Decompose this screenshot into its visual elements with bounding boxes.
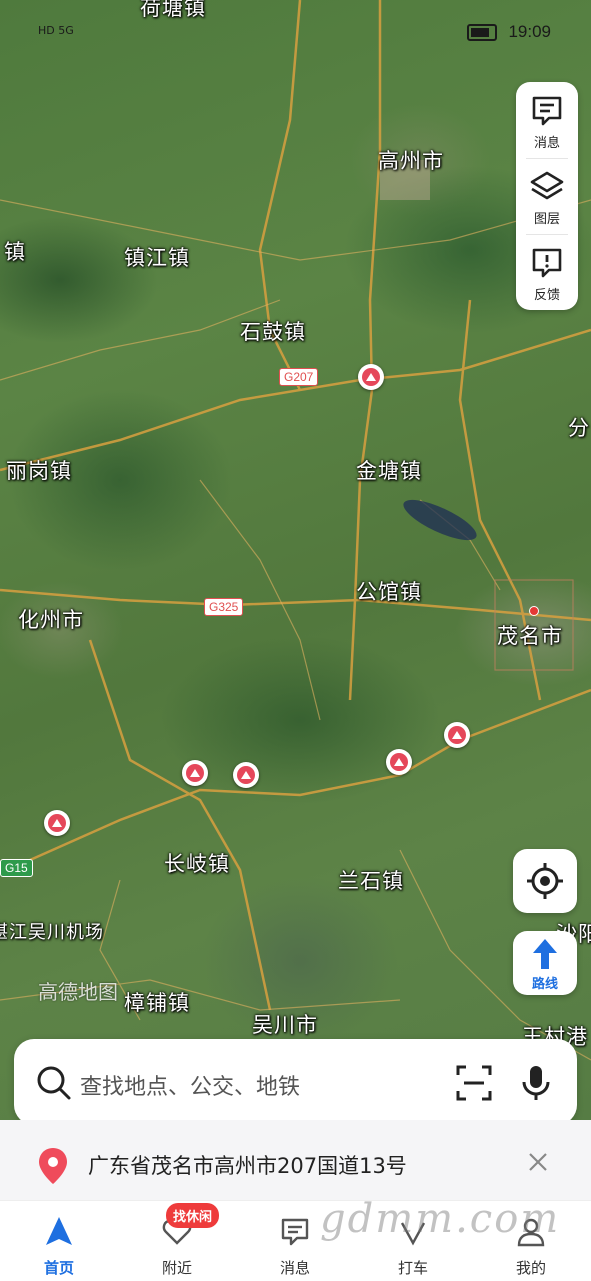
nearby-badge[interactable]: 找休闲 [166, 1203, 220, 1228]
layers-icon [530, 171, 564, 200]
place-label[interactable]: 金塘镇 [356, 455, 422, 485]
current-address: 广东省茂名市高州市207国道13号 [88, 1154, 407, 1178]
layers-label: 图层 [533, 212, 560, 227]
place-label[interactable]: 公馆镇 [356, 576, 422, 606]
place-label[interactable]: 丽岗镇 [6, 455, 72, 485]
tab-label: 我的 [515, 1259, 546, 1277]
message-icon [281, 1218, 309, 1246]
clock: 19:09 [508, 22, 551, 41]
place-label[interactable]: 荷塘镇 [140, 0, 206, 22]
scenic-poi-icon[interactable] [358, 364, 384, 390]
tab-home[interactable]: 首页 [0, 1201, 118, 1281]
place-label[interactable]: 镇 [4, 236, 26, 266]
current-location-bar[interactable]: 广东省茂名市高州市207国道13号 [0, 1120, 591, 1200]
route-button[interactable]: 路线 [513, 931, 577, 995]
feedback-icon [532, 248, 562, 278]
scenic-poi-icon[interactable] [44, 810, 70, 836]
close-icon[interactable] [526, 1150, 550, 1174]
route-label: 路线 [531, 977, 558, 992]
layers-button[interactable]: 图层 [516, 158, 578, 234]
place-label[interactable]: 吴川市 [252, 1009, 318, 1039]
road-network [0, 0, 591, 1061]
locate-me-button[interactable] [513, 849, 577, 913]
network-indicator: HD 5G [38, 24, 74, 37]
map-tools-panel: 消息 图层 反馈 [516, 82, 578, 310]
scenic-poi-icon[interactable] [233, 762, 259, 788]
place-label[interactable]: 樟铺镇 [124, 987, 190, 1017]
place-label[interactable]: 高州市 [378, 145, 444, 175]
road-shield-g207: G207 [279, 368, 319, 386]
navigation-arrow-icon [46, 1217, 72, 1245]
scenic-poi-icon[interactable] [444, 722, 470, 748]
tab-label: 附近 [161, 1259, 192, 1277]
scan-icon[interactable] [454, 1063, 494, 1103]
search-input[interactable]: 查找地点、公交、地铁 [80, 1069, 300, 1101]
site-watermark: gdmm.com [320, 1196, 561, 1242]
satellite-map[interactable]: HD 5G 19:09 荷塘镇 高州市 镇 镇江镇 石鼓镇 分 丽岗镇 金塘镇 … [0, 0, 591, 1120]
feedback-button[interactable]: 反馈 [516, 234, 578, 310]
place-label[interactable]: 镇江镇 [124, 242, 190, 272]
place-label[interactable]: 兰石镇 [338, 865, 404, 895]
map-watermark: 高德地图 [38, 980, 118, 1004]
scenic-poi-icon[interactable] [182, 760, 208, 786]
messages-label: 消息 [533, 136, 560, 151]
scenic-poi-icon[interactable] [386, 749, 412, 775]
place-label[interactable]: 茂名市 [497, 620, 563, 650]
road-shield-g325: G325 [204, 598, 244, 616]
battery-icon [467, 24, 497, 41]
status-bar: HD 5G 19:09 [0, 18, 591, 50]
place-label[interactable]: 长岐镇 [164, 848, 230, 878]
place-label[interactable]: 石鼓镇 [240, 316, 306, 346]
locate-icon [527, 863, 563, 899]
city-dot-icon [529, 606, 539, 616]
message-icon [532, 96, 562, 126]
place-label[interactable]: 化州市 [18, 604, 84, 634]
place-label[interactable]: 湛江吴川机场 [0, 918, 104, 944]
feedback-label: 反馈 [533, 288, 560, 303]
search-icon [37, 1066, 71, 1100]
microphone-icon[interactable] [516, 1063, 556, 1103]
road-shield-g15: G15 [0, 859, 33, 877]
tab-label: 消息 [279, 1259, 310, 1277]
messages-button[interactable]: 消息 [516, 82, 578, 158]
tab-label: 打车 [397, 1259, 428, 1277]
tab-label: 首页 [43, 1259, 74, 1277]
place-label[interactable]: 分 [568, 412, 590, 442]
location-pin-icon [39, 1148, 67, 1184]
route-arrow-icon [533, 939, 557, 969]
search-bar[interactable]: 查找地点、公交、地铁 [14, 1039, 577, 1125]
